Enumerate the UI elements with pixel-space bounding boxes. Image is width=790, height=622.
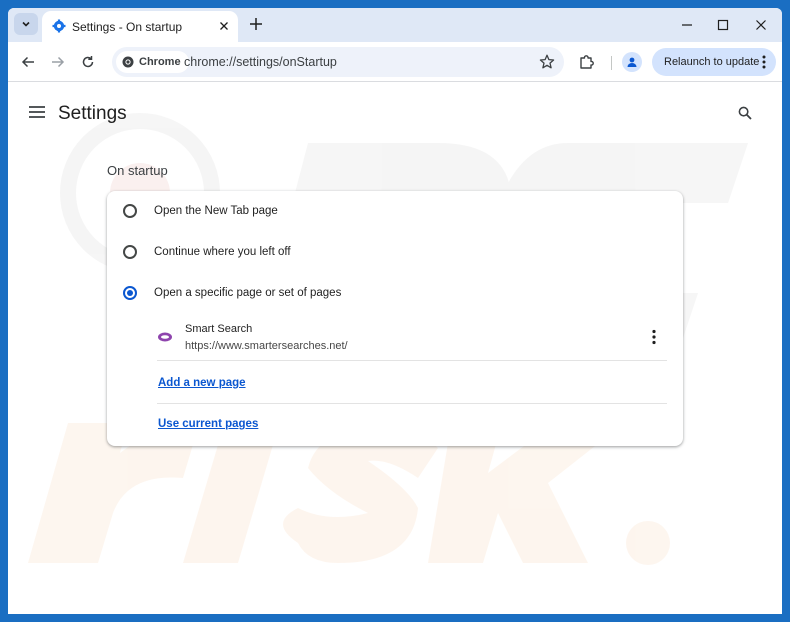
option-label: Open a specific page or set of pages [154, 287, 342, 299]
option-label: Open the New Tab page [154, 205, 278, 217]
on-startup-card: Open the New Tab page Continue where you… [107, 191, 683, 446]
menu-icon[interactable] [29, 106, 45, 118]
settings-gear-icon [52, 19, 66, 33]
maximize-button[interactable] [706, 8, 740, 42]
close-window-button[interactable] [744, 8, 778, 42]
option-continue[interactable]: Continue where you left off [107, 232, 683, 272]
radio-button[interactable] [123, 245, 137, 259]
radio-button[interactable] [123, 204, 137, 218]
more-vert-icon[interactable] [651, 329, 657, 345]
section-title: On startup [107, 163, 168, 178]
minimize-button[interactable] [670, 8, 704, 42]
address-bar[interactable]: Chrome chrome://settings/onStartup [112, 47, 564, 77]
startup-page-entry: Smart Search https://www.smartersearches… [157, 319, 667, 361]
site-info-chip[interactable]: Chrome [116, 51, 189, 73]
close-icon[interactable] [218, 20, 230, 32]
page-title: Settings [58, 103, 127, 124]
toolbar-separator [611, 56, 612, 70]
minimize-icon [682, 24, 692, 26]
startup-page-name: Smart Search [185, 323, 253, 335]
use-current-pages-link[interactable]: Use current pages [158, 418, 258, 430]
chevron-down-icon [22, 21, 30, 27]
reload-button[interactable] [79, 53, 97, 71]
reload-icon [82, 56, 94, 68]
forward-button[interactable] [49, 53, 67, 71]
toolbar: Chrome chrome://settings/onStartup Relau… [8, 42, 782, 82]
tab-strip: Settings - On startup [8, 8, 782, 42]
option-label: Continue where you left off [154, 246, 291, 258]
puzzle-icon[interactable] [578, 53, 596, 71]
add-new-page-link[interactable]: Add a new page [158, 377, 246, 389]
plus-icon[interactable] [249, 17, 263, 31]
divider [157, 403, 667, 404]
startup-page-url: https://www.smartersearches.net/ [185, 340, 348, 352]
profile-button[interactable] [622, 52, 642, 72]
radio-button-selected[interactable] [123, 286, 137, 300]
search-icon[interactable] [738, 106, 752, 120]
site-chip-label: Chrome [139, 56, 181, 68]
option-specific-pages[interactable]: Open a specific page or set of pages [107, 273, 683, 313]
relaunch-to-update-button[interactable]: Relaunch to update [652, 48, 776, 76]
back-arrow-icon [21, 56, 34, 68]
back-button[interactable] [19, 53, 37, 71]
relaunch-label: Relaunch to update [664, 56, 760, 68]
star-icon[interactable] [538, 53, 556, 71]
more-vert-icon[interactable] [762, 55, 766, 69]
option-new-tab[interactable]: Open the New Tab page [107, 191, 683, 231]
tab-search-button[interactable] [14, 13, 38, 35]
person-icon [627, 57, 637, 67]
url-text[interactable]: chrome://settings/onStartup [184, 55, 337, 69]
close-window-icon [756, 20, 766, 30]
settings-page: Settings On startup Open the New Tab pag… [8, 83, 782, 614]
tab-title: Settings - On startup [72, 20, 183, 34]
maximize-icon [717, 19, 729, 31]
browser-window: Settings - On startup Chrome chrome://se… [8, 8, 782, 614]
chrome-logo-icon [122, 56, 134, 68]
smart-search-favicon-icon [158, 332, 172, 342]
tab-settings[interactable]: Settings - On startup [42, 11, 238, 42]
forward-arrow-icon [52, 56, 65, 68]
